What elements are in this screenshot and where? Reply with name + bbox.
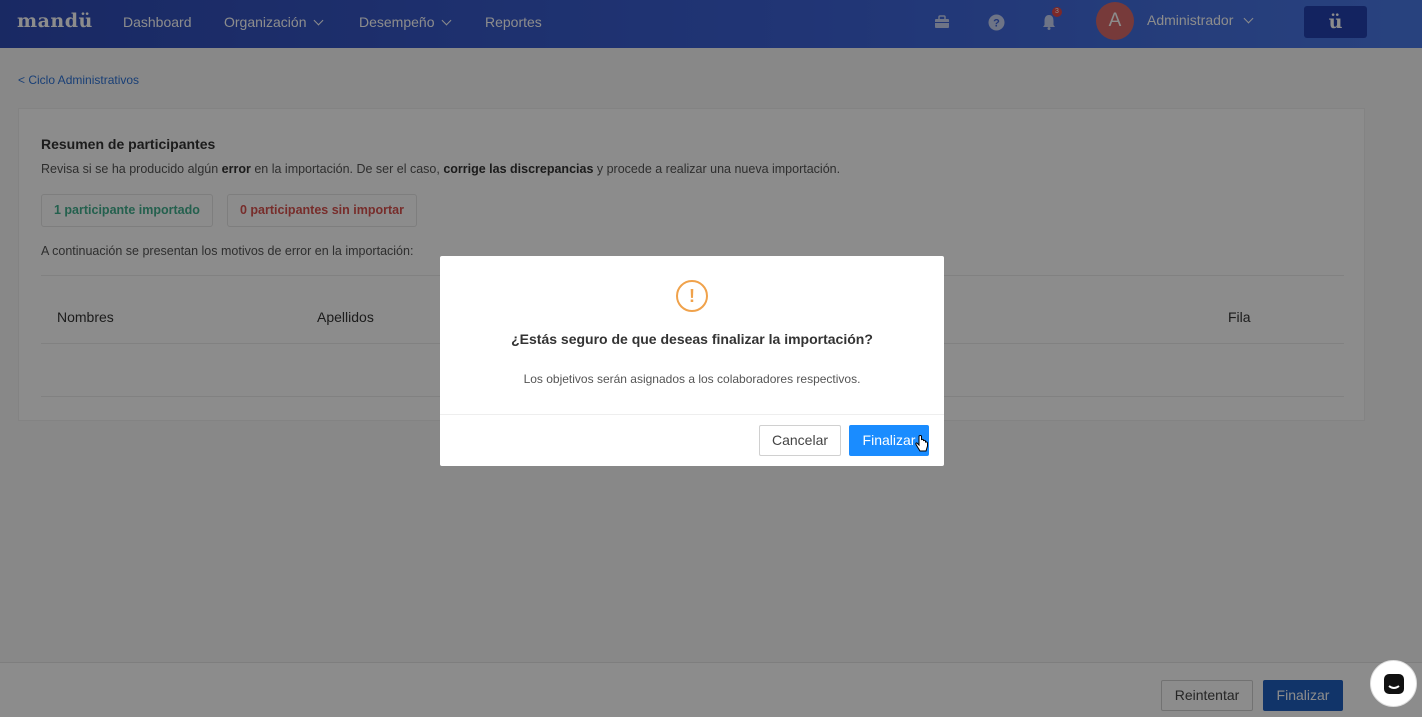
confirm-dialog: ! ¿Estás seguro de que deseas finalizar … (440, 256, 944, 466)
cancel-button[interactable]: Cancelar (759, 425, 841, 456)
chat-widget-button[interactable] (1370, 660, 1417, 707)
chat-icon (1383, 673, 1404, 694)
dialog-divider (440, 414, 944, 415)
hand-cursor-icon (915, 435, 929, 460)
dialog-message: Los objetivos serán asignados a los cola… (523, 372, 861, 386)
warning-icon: ! (676, 280, 708, 312)
dialog-title: ¿Estás seguro de que deseas finalizar la… (511, 331, 873, 347)
